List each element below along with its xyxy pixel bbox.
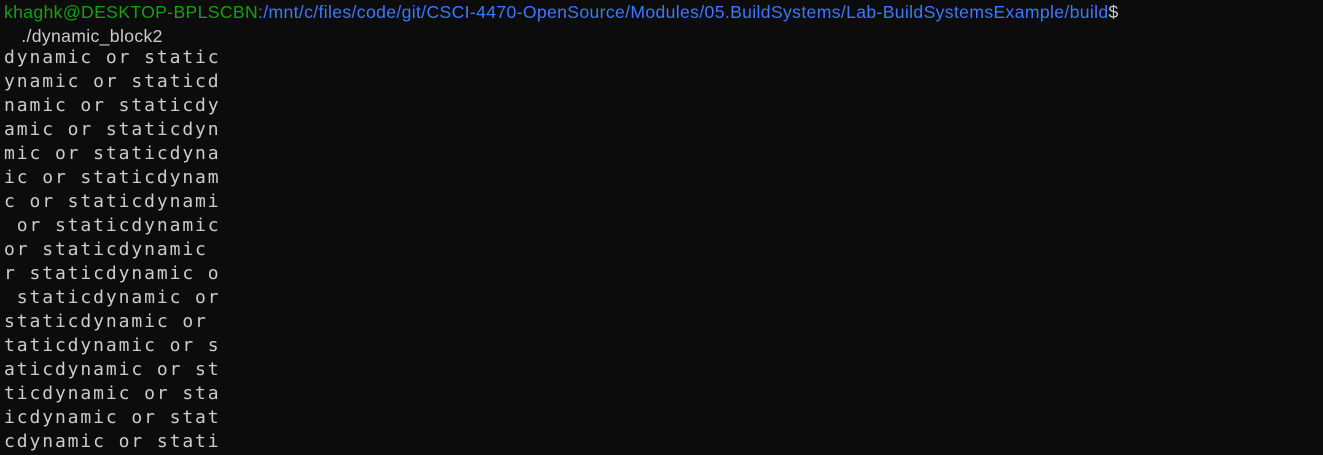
output-line: ticdynamic or sta (4, 383, 221, 404)
output-line: staticdynamic or (4, 287, 221, 308)
output-line: taticdynamic or s (4, 335, 221, 356)
output-line: aticdynamic or st (4, 359, 221, 380)
output-line: or staticdynamic (4, 215, 221, 236)
program-output: dynamic or static ynamic or staticd nami… (4, 46, 221, 454)
terminal-window[interactable]: khaghk@DESKTOP-BPLSCBN:/mnt/c/files/code… (0, 0, 1323, 455)
output-line: ic or staticdynam (4, 167, 221, 188)
output-line: icdynamic or stat (4, 407, 221, 428)
prompt-user-host: khaghk@DESKTOP-BPLSCBN (4, 2, 259, 22)
output-line: dynamic or static (4, 47, 221, 68)
output-line: ynamic or staticd (4, 71, 221, 92)
prompt-symbol: $ (1108, 2, 1119, 22)
output-line: namic or staticdy (4, 95, 221, 116)
output-line: staticdynamic or (4, 311, 221, 332)
output-line: c or staticdynami (4, 191, 221, 212)
output-line: mic or staticdyna (4, 143, 221, 164)
output-line: r staticdynamic o (4, 263, 221, 284)
output-line: or staticdynamic (4, 239, 221, 260)
output-line: amic or staticdyn (4, 119, 221, 140)
command-text: ./dynamic_block2 (16, 26, 163, 46)
prompt-path: :/mnt/c/files/code/git/CSCI-4470-OpenSou… (258, 2, 1109, 22)
shell-prompt: khaghk@DESKTOP-BPLSCBN:/mnt/c/files/code… (4, 0, 1119, 24)
output-line: cdynamic or stati (4, 431, 221, 452)
